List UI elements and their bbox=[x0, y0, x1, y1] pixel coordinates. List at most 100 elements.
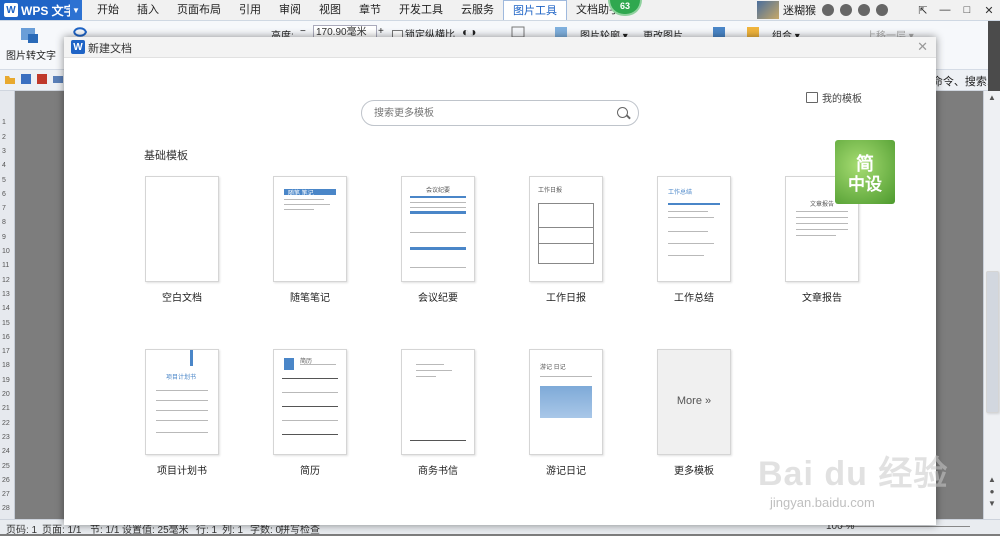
thumb-title: 会议纪要 bbox=[426, 188, 451, 194]
tab-9[interactable]: 图片工具 bbox=[503, 0, 567, 20]
close-icon[interactable]: ✕ bbox=[978, 0, 1000, 20]
app-menu-dropdown-icon[interactable]: ▼ bbox=[70, 0, 82, 20]
thumb-title: 随笔 笔记 bbox=[288, 191, 314, 197]
template-summary[interactable]: 工作总结 工作总结 bbox=[657, 176, 731, 304]
page-down-icon[interactable]: ▼ bbox=[984, 499, 1000, 508]
minimize-icon[interactable]: — bbox=[934, 0, 956, 20]
ruler-mark: 17 bbox=[2, 348, 10, 356]
my-templates-label[interactable]: 我的模板 bbox=[822, 90, 862, 105]
height-plus-button[interactable]: + bbox=[378, 26, 384, 37]
template-daily[interactable]: 工作日报 工作日报 bbox=[529, 176, 603, 304]
more-templates-button[interactable]: More » bbox=[657, 349, 731, 455]
zoom-slider[interactable] bbox=[840, 526, 970, 527]
tab-8[interactable]: 云服务 bbox=[452, 0, 503, 20]
pic-to-text-button[interactable]: 图片转文字 bbox=[6, 47, 56, 62]
tab-4[interactable]: 审阅 bbox=[270, 0, 310, 20]
template-label[interactable]: 简历 bbox=[253, 462, 367, 477]
app-menu-button[interactable]: W WPS 文字 ▼ bbox=[0, 0, 82, 20]
template-label[interactable]: 工作日报 bbox=[509, 289, 623, 304]
watermark-url: jingyan.baidu.com bbox=[770, 495, 875, 510]
template-thumbnail[interactable]: 工作日报 bbox=[529, 176, 603, 282]
template-notes[interactable]: 随笔 笔记 随笔笔记 bbox=[273, 176, 347, 304]
template-label[interactable]: 项目计划书 bbox=[125, 462, 239, 477]
overlay-logo-line2: 中设 bbox=[848, 175, 882, 194]
skin-icon[interactable] bbox=[858, 4, 870, 16]
template-thumbnail[interactable]: 会议纪要 bbox=[401, 176, 475, 282]
select-browse-icon[interactable]: ● bbox=[984, 487, 1000, 496]
template-thumbnail[interactable]: 项目计划书 bbox=[145, 349, 219, 455]
template-label[interactable]: 工作总结 bbox=[637, 289, 751, 304]
command-search-hint[interactable]: 命令、搜索... bbox=[932, 73, 996, 89]
dialog-close-icon[interactable]: ✕ bbox=[917, 39, 928, 55]
template-search[interactable] bbox=[361, 100, 639, 126]
ruler-mark: 10 bbox=[2, 248, 10, 255]
save-icon[interactable] bbox=[20, 73, 32, 85]
template-blank[interactable]: 空白文档 bbox=[145, 176, 219, 304]
user-name[interactable]: 迷糊猴 bbox=[783, 2, 816, 18]
template-label[interactable]: 空白文档 bbox=[125, 289, 239, 304]
side-panel-strip[interactable] bbox=[988, 21, 1000, 91]
app-name: WPS 文字 bbox=[21, 3, 76, 18]
ruler-mark: 20 bbox=[2, 391, 10, 398]
scroll-up-icon[interactable]: ▲ bbox=[984, 93, 1000, 102]
ruler-mark: 27 bbox=[2, 491, 10, 499]
tab-3[interactable]: 引用 bbox=[230, 0, 270, 20]
ruler-mark: 25 bbox=[2, 462, 10, 470]
template-thumbnail[interactable] bbox=[145, 176, 219, 282]
print-icon[interactable] bbox=[52, 73, 64, 85]
template-search-input[interactable] bbox=[372, 104, 606, 122]
tab-5[interactable]: 视图 bbox=[310, 0, 350, 20]
template-label[interactable]: 随笔笔记 bbox=[253, 289, 367, 304]
vertical-ruler: 1 2 3 4 5 6 7 8 9 10 11 12 13 14 15 16 17 18 19 20 21 22 23 24 2… bbox=[0, 91, 15, 519]
tab-0[interactable]: 开始 bbox=[88, 0, 128, 20]
scroll-thumb[interactable] bbox=[986, 271, 999, 413]
maximize-icon[interactable]: □ bbox=[956, 0, 978, 20]
template-label[interactable]: 会议纪要 bbox=[381, 289, 495, 304]
template-travel-diary[interactable]: 游记 日记 游记日记 bbox=[529, 349, 603, 477]
my-templates-link[interactable]: 我的模板 bbox=[806, 90, 862, 105]
ruler-mark: 4 bbox=[2, 162, 6, 170]
template-thumbnail[interactable]: 工作总结 bbox=[657, 176, 731, 282]
template-project[interactable]: 项目计划书 项目计划书 bbox=[145, 349, 219, 477]
help-icon[interactable] bbox=[840, 4, 852, 16]
template-thumbnail[interactable] bbox=[401, 349, 475, 455]
ruler-mark: 14 bbox=[2, 305, 10, 313]
open-folder-icon[interactable] bbox=[4, 73, 16, 85]
ruler-mark: 13 bbox=[2, 290, 10, 298]
watermark-brand: Bai du 经验 bbox=[758, 455, 949, 493]
template-resume[interactable]: 简历 简历 bbox=[273, 349, 347, 477]
printer-icon bbox=[806, 92, 818, 103]
more-label[interactable]: More » bbox=[658, 395, 730, 407]
ruler-mark: 8 bbox=[2, 219, 6, 227]
ruler-mark: 22 bbox=[2, 419, 10, 427]
template-thumbnail[interactable]: 游记 日记 bbox=[529, 349, 603, 455]
template-label[interactable]: 更多模板 bbox=[637, 462, 751, 477]
share-icon[interactable] bbox=[876, 4, 888, 16]
vertical-scrollbar[interactable]: ▲ ▲ ● ▼ bbox=[983, 91, 1000, 519]
user-area[interactable]: 迷糊猴 bbox=[757, 0, 888, 20]
template-more[interactable]: More » 更多模板 bbox=[657, 349, 731, 477]
avatar[interactable] bbox=[757, 1, 779, 19]
tab-7[interactable]: 开发工具 bbox=[390, 0, 452, 20]
dialog-title: 新建文档 bbox=[88, 43, 132, 55]
baidu-watermark: Bai du 经验 bbox=[758, 446, 948, 495]
pic-to-text-icon[interactable] bbox=[20, 25, 40, 45]
height-minus-button[interactable]: − bbox=[300, 26, 306, 37]
template-meeting[interactable]: 会议纪要 会议纪要 bbox=[401, 176, 475, 304]
template-label[interactable]: 文章报告 bbox=[765, 289, 879, 304]
template-label[interactable]: 游记日记 bbox=[509, 462, 623, 477]
template-label[interactable]: 商务书信 bbox=[381, 462, 495, 477]
template-thumbnail[interactable]: 简历 bbox=[273, 349, 347, 455]
settings-icon[interactable] bbox=[822, 4, 834, 16]
export-pdf-icon[interactable] bbox=[36, 73, 48, 85]
ruler-mark: 15 bbox=[2, 319, 10, 327]
restore-icon[interactable]: ⇱ bbox=[912, 0, 934, 20]
tab-2[interactable]: 页面布局 bbox=[168, 0, 230, 20]
search-icon[interactable] bbox=[617, 107, 628, 118]
template-business-letter[interactable]: 商务书信 bbox=[401, 349, 475, 477]
template-thumbnail[interactable]: 随笔 笔记 bbox=[273, 176, 347, 282]
page-up-icon[interactable]: ▲ bbox=[984, 475, 1000, 484]
ruler-mark: 28 bbox=[2, 505, 10, 513]
tab-1[interactable]: 插入 bbox=[128, 0, 168, 20]
tab-6[interactable]: 章节 bbox=[350, 0, 390, 20]
